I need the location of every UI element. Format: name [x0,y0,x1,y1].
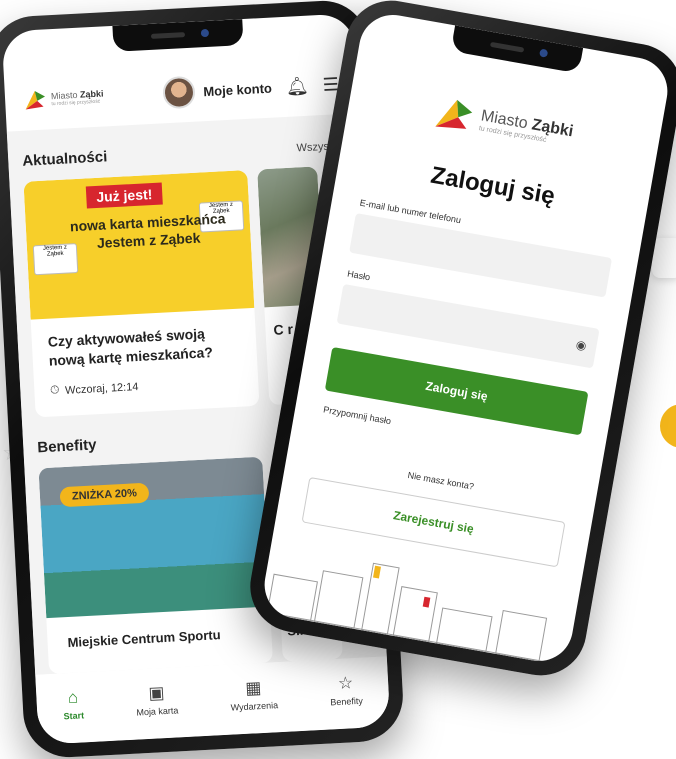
account-link[interactable]: Moje konto [203,80,272,99]
app-logo[interactable]: Miasto Ząbki tu rodzi się przyszłość [23,85,105,111]
phone-notch [450,25,584,74]
promo-text: nowa karta mieszkańca Jestem z Ząbek [69,210,226,251]
nav-events[interactable]: ▦ Wydarzenia [229,677,279,713]
nav-benefits[interactable]: ☆ Benefity [329,672,363,707]
nav-label: Benefity [330,695,364,707]
email-field[interactable] [349,213,613,298]
nav-my-card[interactable]: ▣ Moja karta [135,682,179,718]
news-time-text: Wczoraj, 12:14 [64,380,139,397]
logo-text-bold: Ząbki [79,87,104,100]
news-section-title: Aktualności [21,148,108,170]
nav-label: Moja karta [136,704,179,718]
password-label: Hasło [346,268,371,283]
resident-card-text: Jestem z Ząbek [42,244,68,258]
nav-start[interactable]: ⌂ Start [62,687,84,721]
bell-icon[interactable]: 🔔︎ [285,75,309,97]
id-card-icon: ▣ [147,682,165,703]
eye-off-icon[interactable]: ◉ [575,337,588,353]
home-icon: ⌂ [67,687,79,707]
clock-icon: 🕓︎ [50,384,60,397]
pool-photo: ZNIŻKA 20% [38,456,271,619]
forgot-password-link[interactable]: Przypomnij hasło [323,404,392,426]
background-yellow-decoration [660,404,676,448]
nav-label: Wydarzenia [230,699,279,713]
benefits-section-title: Benefity [36,436,97,457]
nav-label: Start [63,709,85,721]
logo-mark-icon [25,91,46,110]
logo-mark-icon [435,99,473,129]
news-section-header: Aktualności Wszystkie [22,136,346,170]
phone-notch [112,19,244,52]
news-card[interactable]: Jestem z Ząbek Jestem z Ząbek Już jest! … [23,170,260,418]
star-icon: ☆ [337,672,354,693]
promo-banner: Jestem z Ząbek Jestem z Ząbek Już jest! … [23,170,255,320]
avatar[interactable] [162,75,197,110]
calendar-icon: ▦ [244,677,262,698]
promo-ribbon: Już jest! [85,182,163,209]
background-card-decoration [652,238,676,278]
discount-badge: ZNIŻKA 20% [59,482,150,508]
benefit-card[interactable]: ZNIŻKA 20% Miejskie Centrum Sportu [38,456,273,675]
news-headline: Czy aktywowałeś swoją nową kartę mieszka… [47,325,214,369]
